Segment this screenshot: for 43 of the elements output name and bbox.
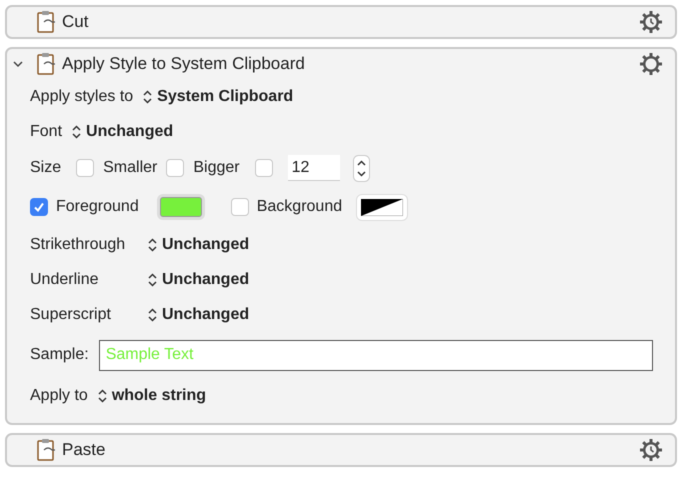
checkbox-label: Bigger — [193, 158, 240, 178]
action-title: Cut — [62, 11, 90, 34]
up-down-arrows-icon — [148, 238, 157, 252]
popup-button[interactable]: Unchanged — [72, 120, 174, 144]
field-label: Apply to — [30, 386, 88, 406]
gear-clock-icon[interactable] — [639, 438, 663, 462]
up-down-arrows-icon — [98, 388, 107, 402]
field-label: Size — [30, 158, 62, 178]
checkbox[interactable] — [30, 198, 48, 216]
checkbox[interactable] — [166, 159, 184, 177]
popup-button[interactable]: Unchanged — [148, 232, 250, 256]
popup-button[interactable]: whole string — [98, 384, 206, 408]
clipboard-icon — [36, 10, 57, 34]
field-label: Sample: — [30, 345, 89, 365]
color-well[interactable] — [356, 194, 408, 220]
checkbox-label: Smaller — [103, 158, 158, 178]
field-label: Superscript — [30, 304, 112, 324]
up-down-arrows-icon — [72, 124, 82, 138]
checkbox[interactable] — [230, 198, 249, 216]
up-down-arrows-icon — [143, 90, 152, 104]
stepper[interactable] — [352, 154, 370, 182]
popup-button[interactable]: System Clipboard — [143, 84, 294, 108]
checkbox[interactable] — [76, 159, 94, 177]
checkmark-icon — [33, 201, 45, 213]
chevron-down-icon[interactable] — [13, 60, 23, 68]
up-down-arrows-icon — [148, 308, 157, 322]
checkbox-label: Background — [256, 197, 342, 217]
settings-icon[interactable] — [639, 52, 663, 76]
action-title: Apply Style to System Clipboard — [62, 53, 306, 76]
field-label: Apply styles to — [30, 86, 134, 106]
action-title: Paste — [62, 439, 106, 462]
field-label: Strikethrough — [30, 234, 126, 254]
size-field[interactable]: 12 — [288, 155, 340, 181]
clipboard-icon — [36, 438, 57, 462]
clipboard-icon — [36, 52, 57, 76]
popup-button[interactable]: Unchanged — [148, 268, 250, 292]
field-label: Font — [30, 122, 62, 142]
up-down-arrows-icon — [148, 272, 157, 286]
checkbox[interactable] — [254, 159, 273, 177]
gear-clock-icon[interactable] — [639, 10, 663, 34]
popup-button[interactable]: Unchanged — [148, 302, 250, 326]
checkbox-label: Foreground — [56, 197, 139, 217]
field-label: Underline — [30, 270, 100, 290]
